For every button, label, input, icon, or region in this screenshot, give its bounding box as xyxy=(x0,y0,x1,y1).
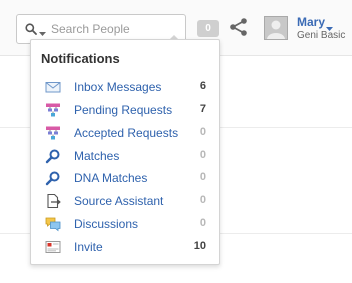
notification-item[interactable]: Pending Requests 7 xyxy=(31,99,219,122)
notification-count: 0 xyxy=(199,125,206,138)
notification-count: 6 xyxy=(199,80,206,92)
magnifier-icon xyxy=(45,148,61,164)
dropdown-title: Notifications xyxy=(41,51,120,66)
invite-card-icon xyxy=(45,239,61,255)
notification-label[interactable]: Accepted Requests xyxy=(74,126,178,140)
envelope-icon xyxy=(45,79,61,95)
notification-item[interactable]: Invite 10 xyxy=(31,236,219,259)
share-icon[interactable] xyxy=(229,17,249,42)
notification-count: 0 xyxy=(199,148,206,161)
notification-label[interactable]: Matches xyxy=(74,149,119,163)
user-plan: Geni Basic xyxy=(297,30,346,41)
document-arrow-icon xyxy=(45,193,61,209)
notification-count: 10 xyxy=(193,240,206,253)
notifications-list: Inbox Messages 6 Pending Requests 7 Accepted… xyxy=(31,76,219,259)
notification-label[interactable]: Discussions xyxy=(74,217,138,231)
notification-item[interactable]: Discussions 0 xyxy=(31,213,219,236)
notification-label[interactable]: Source Assistant xyxy=(74,194,163,208)
tree-request-icon xyxy=(45,125,61,141)
tree-request-icon xyxy=(45,102,61,118)
notification-label[interactable]: Inbox Messages xyxy=(74,80,161,94)
notification-count: 0 xyxy=(199,217,206,230)
speech-bubbles-icon xyxy=(45,216,61,232)
notification-item[interactable]: DNA Matches 0 xyxy=(31,167,219,190)
user-name-link[interactable]: Mary xyxy=(297,15,325,29)
notification-count: 0 xyxy=(199,194,206,207)
search-icon[interactable] xyxy=(25,22,37,40)
notification-count: 0 xyxy=(199,171,206,184)
notification-item[interactable]: Inbox Messages 6 xyxy=(31,76,219,99)
notification-label[interactable]: Invite xyxy=(74,240,103,254)
notifications-dropdown: Notifications Inbox Messages 6 Pending Req… xyxy=(30,39,220,265)
notification-label[interactable]: DNA Matches xyxy=(74,171,147,185)
default-profile-icon xyxy=(265,17,287,39)
avatar[interactable] xyxy=(264,16,288,40)
notification-label[interactable]: Pending Requests xyxy=(74,103,172,117)
notification-item[interactable]: Accepted Requests 0 xyxy=(31,122,219,145)
notifications-button[interactable]: 0 xyxy=(197,20,219,37)
magnifier-icon xyxy=(45,170,61,186)
search-input[interactable] xyxy=(51,19,181,39)
notification-item[interactable]: Source Assistant 0 xyxy=(31,190,219,213)
notification-count: 7 xyxy=(199,102,206,115)
notification-item[interactable]: Matches 0 xyxy=(31,145,219,168)
